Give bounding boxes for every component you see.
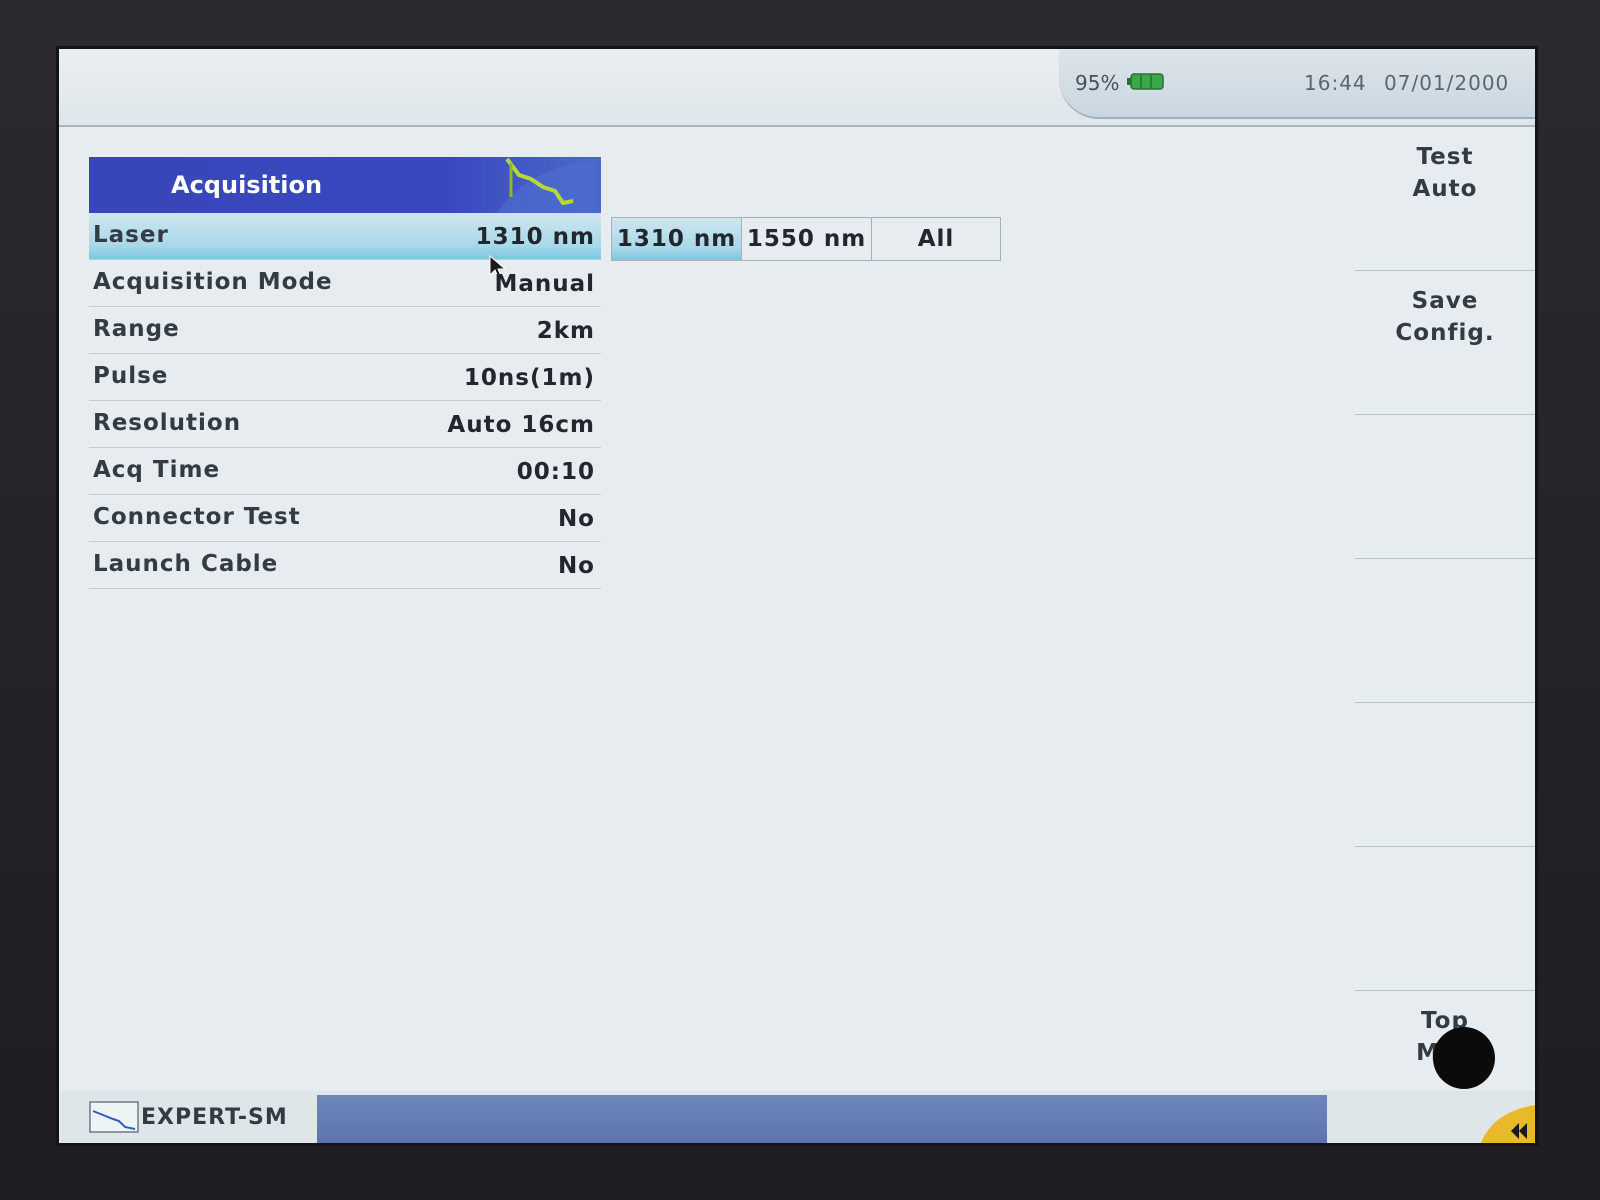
- status-bar: 95% 16:44 07/01/2000: [59, 49, 1535, 127]
- device-screen: 95% 16:44 07/01/2000 Acquisition Laser 1…: [56, 46, 1538, 1146]
- touch-marker: [1433, 1027, 1495, 1089]
- setting-row-pulse[interactable]: Pulse 10ns(1m): [89, 354, 601, 401]
- bottom-bar: EXPERT-SM: [59, 1091, 1535, 1146]
- softkey-empty-5[interactable]: [1355, 703, 1535, 847]
- softkey-line: Test: [1416, 144, 1474, 170]
- setting-value: No: [557, 506, 595, 532]
- clock-time: 16:44: [1304, 71, 1367, 95]
- setting-row-range[interactable]: Range 2km: [89, 307, 601, 354]
- setting-label: Resolution: [93, 410, 242, 436]
- setting-row-launch-cable[interactable]: Launch Cable No: [89, 542, 601, 589]
- softkey-empty-4[interactable]: [1355, 559, 1535, 703]
- setting-row-resolution[interactable]: Resolution Auto 16cm: [89, 401, 601, 448]
- setting-value: Auto 16cm: [447, 412, 595, 438]
- softkey-line: Save: [1411, 288, 1479, 314]
- softkey-empty-3[interactable]: [1355, 415, 1535, 559]
- setting-row-connector-test[interactable]: Connector Test No: [89, 495, 601, 542]
- laser-option-all[interactable]: All: [872, 218, 1000, 260]
- setting-value: No: [557, 553, 595, 579]
- laser-option-1550[interactable]: 1550 nm: [742, 218, 872, 260]
- acquisition-panel: Acquisition Laser 1310 nm Acquisition Mo…: [89, 157, 601, 589]
- setting-value: 10ns(1m): [463, 365, 595, 391]
- message-bar: [317, 1095, 1327, 1143]
- setting-value: 1310 nm: [475, 224, 595, 250]
- save-config-button[interactable]: Save Config.: [1355, 271, 1535, 415]
- softkey-column: Test Auto Save Config. Top Men: [1355, 127, 1535, 1127]
- panel-title-text: Acquisition: [171, 171, 323, 199]
- setting-label: Pulse: [93, 363, 169, 389]
- setting-label: Acq Time: [93, 457, 221, 483]
- setting-label: Laser: [93, 222, 169, 248]
- clock-date: 07/01/2000: [1384, 71, 1510, 95]
- panel-title: Acquisition: [89, 157, 601, 213]
- softkey-empty-6[interactable]: [1355, 847, 1535, 991]
- otdr-trace-icon: [89, 1101, 139, 1133]
- mode-label: EXPERT-SM: [141, 1105, 288, 1130]
- test-auto-button[interactable]: Test Auto: [1355, 127, 1535, 271]
- battery-icon: [1127, 73, 1164, 90]
- setting-value: Manual: [494, 271, 595, 297]
- battery-percent: 95%: [1075, 71, 1120, 95]
- laser-option-1310[interactable]: 1310 nm: [612, 218, 742, 260]
- setting-row-acquisition-mode[interactable]: Acquisition Mode Manual: [89, 260, 601, 307]
- setting-label: Launch Cable: [93, 551, 279, 577]
- setting-label: Connector Test: [93, 504, 301, 530]
- setting-value: 2km: [536, 318, 595, 344]
- softkey-line: Auto: [1412, 176, 1478, 202]
- setting-value: 00:10: [516, 459, 595, 485]
- rewind-icon[interactable]: [1479, 1105, 1535, 1146]
- setting-label: Range: [93, 316, 180, 342]
- setting-row-laser[interactable]: Laser 1310 nm: [89, 213, 601, 280]
- laser-options: 1310 nm 1550 nm All: [611, 217, 1001, 261]
- setting-row-acq-time[interactable]: Acq Time 00:10: [89, 448, 601, 495]
- softkey-line: Config.: [1395, 320, 1495, 346]
- otdr-trace-icon: [497, 157, 595, 213]
- setting-label: Acquisition Mode: [93, 269, 333, 295]
